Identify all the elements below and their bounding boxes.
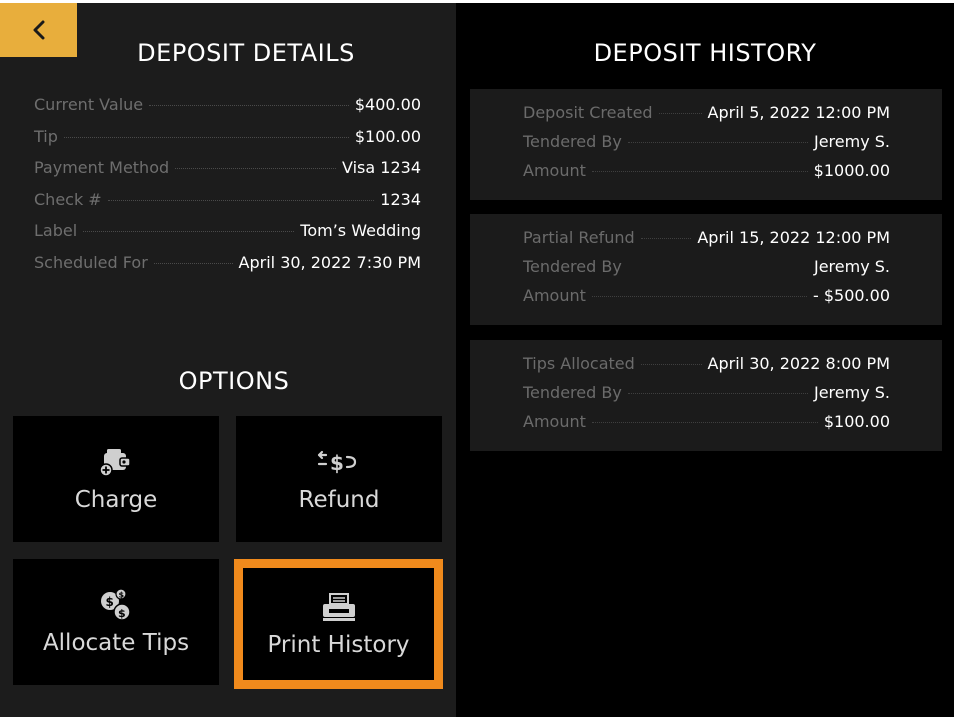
deposit-history-panel: DEPOSIT HISTORY Deposit Created April 5,…: [456, 3, 954, 717]
detail-value: Tom’s Wedding: [300, 221, 421, 241]
dotted-leader: [640, 364, 702, 365]
dotted-leader: [627, 393, 808, 394]
detail-value: $400.00: [354, 95, 421, 114]
history-entry-partial-refund: Partial Refund April 15, 2022 12:00 PM T…: [470, 214, 942, 325]
print-history-label: Print History: [267, 632, 410, 658]
history-label: Tips Allocated: [523, 354, 635, 373]
history-row: Partial Refund April 15, 2022 12:00 PM: [523, 228, 890, 257]
refund-button[interactable]: $ Refund: [236, 416, 442, 542]
history-label: Partial Refund: [523, 228, 635, 247]
detail-row-scheduled-for: Scheduled For April 30, 2022 7:30 PM: [34, 253, 421, 285]
history-label: Tendered By: [523, 383, 622, 402]
detail-label: Check #: [34, 189, 102, 209]
dotted-leader: [175, 168, 337, 170]
charge-label: Charge: [74, 487, 158, 513]
refund-dollar-icon: $: [317, 445, 361, 479]
history-row: Amount $100.00: [523, 412, 890, 441]
deposit-details-panel: DEPOSIT DETAILS Current Value $400.00 Ti…: [0, 3, 456, 717]
dotted-leader: [63, 136, 349, 138]
history-label: Tendered By: [523, 132, 622, 151]
coins-icon: $ $ $: [97, 588, 135, 622]
detail-value: $100.00: [354, 126, 421, 146]
history-value: April 15, 2022 12:00 PM: [697, 228, 890, 247]
history-row: Tendered By Jeremy S.: [523, 132, 890, 161]
detail-value: Visa 1234: [342, 158, 421, 178]
detail-row-label: Label Tom’s Wedding: [34, 221, 421, 253]
history-value: Jeremy S.: [813, 383, 890, 402]
refund-label: Refund: [298, 487, 380, 513]
allocate-tips-button[interactable]: $ $ $ Allocate Tips: [13, 559, 219, 685]
detail-row-payment-method: Payment Method Visa 1234: [34, 158, 421, 190]
svg-text:$: $: [330, 451, 344, 475]
detail-label: Payment Method: [34, 158, 170, 178]
detail-label: Tip: [34, 126, 58, 146]
detail-row-current-value: Current Value $400.00: [34, 95, 421, 127]
deposit-history-title: DEPOSIT HISTORY: [593, 39, 817, 67]
history-value: - $500.00: [812, 286, 890, 305]
dotted-leader: [83, 231, 295, 233]
history-entry-deposit-created: Deposit Created April 5, 2022 12:00 PM T…: [470, 89, 942, 200]
svg-text:$: $: [119, 591, 125, 600]
history-label: Deposit Created: [523, 103, 653, 122]
detail-label: Label: [34, 221, 78, 241]
history-value: Jeremy S.: [813, 257, 890, 276]
history-value: April 30, 2022 8:00 PM: [707, 354, 890, 373]
charge-button[interactable]: Charge: [13, 416, 219, 542]
history-label: Amount: [523, 286, 586, 305]
history-value: $1000.00: [813, 161, 890, 180]
history-row: Tendered By Jeremy S.: [523, 383, 890, 412]
dotted-leader: [107, 199, 375, 201]
detail-label: Scheduled For: [34, 252, 148, 272]
dotted-leader: [149, 105, 349, 106]
dotted-leader: [640, 238, 692, 239]
history-row: Amount - $500.00: [523, 286, 890, 315]
print-history-button[interactable]: Print History: [234, 559, 443, 689]
history-row: Tips Allocated April 30, 2022 8:00 PM: [523, 354, 890, 383]
history-label: Amount: [523, 161, 586, 180]
history-row: Amount $1000.00: [523, 161, 890, 190]
detail-value: April 30, 2022 7:30 PM: [238, 252, 421, 272]
dotted-leader: [591, 296, 807, 297]
history-value: April 5, 2022 12:00 PM: [707, 103, 890, 122]
wallet-add-icon: [98, 445, 134, 479]
allocate-tips-label: Allocate Tips: [42, 630, 190, 656]
printer-icon: [320, 590, 358, 624]
history-row: Deposit Created April 5, 2022 12:00 PM: [523, 103, 890, 132]
deposit-details-title: DEPOSIT DETAILS: [137, 39, 355, 67]
dotted-leader: [591, 422, 818, 423]
deposit-details-list: Current Value $400.00 Tip $100.00 Paymen…: [34, 95, 421, 285]
history-row: Tendered By Jeremy S.: [523, 257, 890, 286]
dotted-leader: [628, 267, 808, 268]
history-label: Amount: [523, 412, 586, 431]
detail-row-check-number: Check # 1234: [34, 190, 421, 222]
svg-text:$: $: [106, 595, 114, 609]
detail-label: Current Value: [34, 95, 144, 114]
dotted-leader: [153, 262, 233, 264]
options-title: OPTIONS: [178, 367, 290, 395]
dotted-leader: [658, 113, 702, 114]
svg-text:$: $: [118, 607, 126, 620]
detail-value: 1234: [380, 189, 421, 209]
dotted-leader: [627, 142, 808, 143]
history-value: Jeremy S.: [813, 132, 890, 151]
dotted-leader: [591, 171, 808, 172]
chevron-left-icon: [33, 20, 44, 40]
detail-row-tip: Tip $100.00: [34, 127, 421, 159]
history-entry-tips-allocated: Tips Allocated April 30, 2022 8:00 PM Te…: [470, 340, 942, 451]
history-label: Tendered By: [523, 257, 622, 276]
history-value: $100.00: [823, 412, 890, 431]
